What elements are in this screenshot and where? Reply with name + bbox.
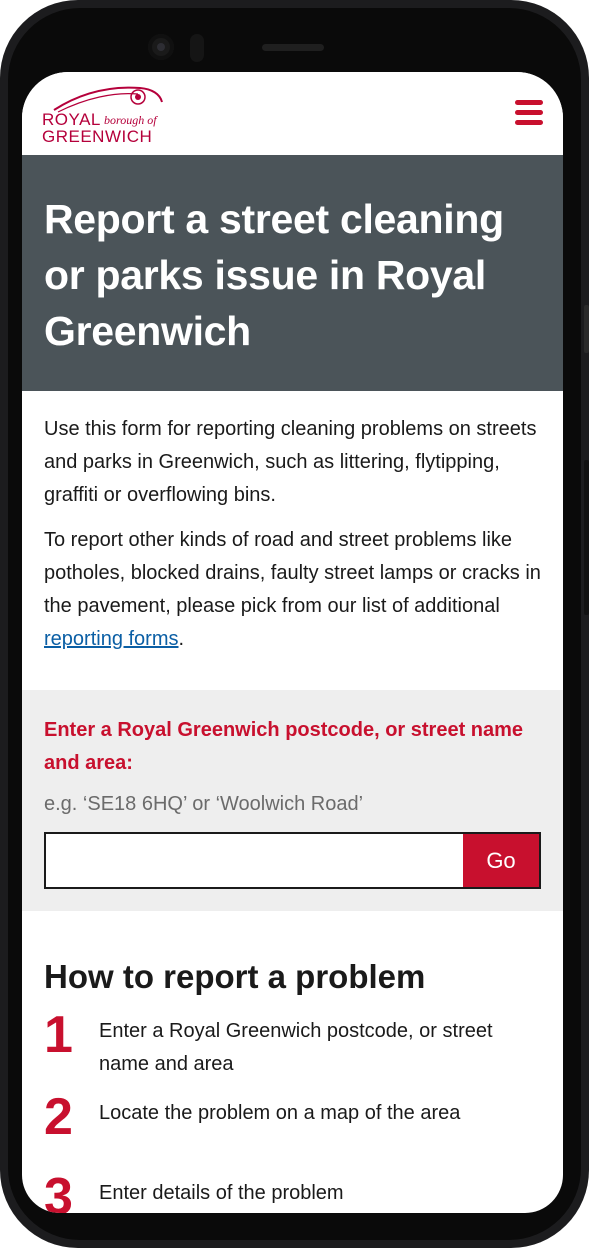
intro-text-span: To report other kinds of road and street… (44, 529, 541, 617)
power-button (584, 305, 589, 353)
how-to-report-section: How to report a problem 1 Enter a Royal … (22, 911, 563, 1213)
hamburger-menu-icon[interactable] (515, 100, 543, 128)
intro-text: Use this form for reporting cleaning pro… (22, 391, 563, 678)
step-number: 3 (44, 1168, 73, 1213)
intro-paragraph: Use this form for reporting cleaning pro… (44, 418, 537, 506)
intro-paragraph-links: To report other kinds of road and street… (44, 524, 541, 656)
earpiece-speaker (262, 44, 324, 51)
browser-viewport: ROYAL borough of GREENWICH Report a stre… (22, 72, 563, 1213)
menu-bar (515, 100, 543, 105)
front-camera-icon (148, 34, 174, 60)
volume-button (584, 460, 589, 615)
postcode-hint: e.g. ‘SE18 6HQ’ or ‘Woolwich Road’ (44, 793, 364, 815)
step-text: Enter a Royal Greenwich postcode, or str… (99, 1020, 493, 1075)
page-hero: Report a street cleaning or parks issue … (22, 155, 563, 391)
step-item: 2 Locate the problem on a map of the are… (44, 1088, 541, 1161)
reporting-forms-link[interactable]: reporting forms (44, 628, 179, 650)
how-to-heading: How to report a problem (44, 958, 426, 995)
step-text: Locate the problem on a map of the area (99, 1102, 461, 1124)
sensor-icon (190, 34, 204, 62)
page-title: Report a street cleaning or parks issue … (44, 196, 504, 354)
logo-greenwich-text: GREENWICH (42, 127, 153, 146)
step-item: 1 Enter a Royal Greenwich postcode, or s… (44, 1006, 541, 1081)
royal-greenwich-logo[interactable]: ROYAL borough of GREENWICH (42, 84, 182, 146)
intro-text-span: . (178, 628, 185, 650)
step-number: 2 (44, 1088, 73, 1146)
menu-bar (515, 110, 543, 115)
menu-bar (515, 120, 543, 125)
postcode-input-row: Go (44, 832, 541, 889)
step-number: 1 (44, 1006, 73, 1064)
postcode-input[interactable] (44, 832, 463, 889)
postcode-label: Enter a Royal Greenwich postcode, or str… (44, 719, 524, 774)
postcode-search-form: Enter a Royal Greenwich postcode, or str… (22, 690, 563, 911)
phone-frame: ROYAL borough of GREENWICH Report a stre… (0, 0, 589, 1248)
go-button[interactable]: Go (463, 832, 541, 889)
step-text: Enter details of the problem (99, 1182, 344, 1204)
logo-borough-text: borough of (104, 113, 157, 127)
step-item: 3 Enter details of the problem (44, 1168, 541, 1213)
site-header: ROYAL borough of GREENWICH (22, 72, 563, 155)
